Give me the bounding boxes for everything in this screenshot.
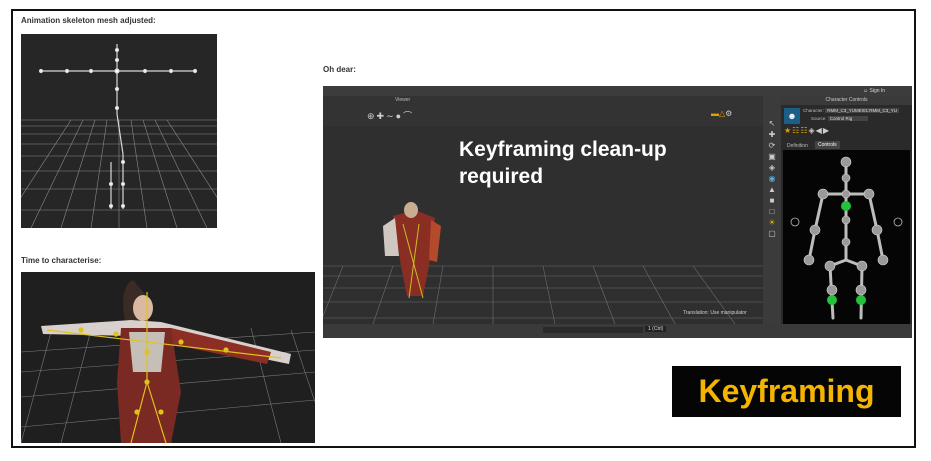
- timeline-track[interactable]: [543, 327, 643, 333]
- characterise-viewport: [21, 280, 315, 443]
- signin-label: Sign In: [869, 88, 886, 94]
- flag-icon[interactable]: ▬: [711, 109, 719, 118]
- scale-tool-icon[interactable]: ▣: [763, 151, 781, 162]
- render-tool-icon[interactable]: ■: [763, 195, 781, 206]
- camera-tool-icon[interactable]: ◉: [763, 173, 781, 184]
- viewer-status: Translation: Use manipulator: [683, 310, 747, 316]
- arc-icon[interactable]: ⌒: [403, 111, 414, 121]
- control-rig-figure[interactable]: [783, 150, 910, 326]
- caption-oh-dear: Oh dear:: [323, 65, 356, 74]
- viewer-pane[interactable]: Viewer ⊕✚∼●⌒ ▬△⚙ Keyframing clean-up req…: [323, 96, 763, 324]
- transform-icon[interactable]: ⊕: [367, 111, 377, 121]
- viewer-screenshot: ☺ Sign In Viewer ⊕✚∼●⌒ ▬△⚙ Keyframing cl…: [323, 86, 912, 338]
- frame-field[interactable]: 1 (Ctrl): [645, 326, 667, 332]
- skeleton-mesh-viewport: [21, 44, 217, 228]
- user-icon: ☺: [863, 88, 869, 94]
- tab-controls[interactable]: Controls: [815, 141, 840, 149]
- floor-grid: [21, 119, 217, 228]
- point-icon[interactable]: ●: [396, 111, 403, 121]
- settings-icon[interactable]: ⚙: [725, 109, 732, 118]
- select-tool-icon[interactable]: ↖: [763, 118, 781, 129]
- keyframing-banner-text: Keyframing: [698, 373, 875, 409]
- character-controls-title: Character Controls: [781, 96, 912, 105]
- character-logo-icon: ☻: [784, 108, 800, 124]
- cube-tool-icon[interactable]: □: [763, 206, 781, 217]
- transport-bar: 1 (Ctrl): [323, 324, 912, 338]
- tab-definition[interactable]: Definition: [784, 142, 811, 150]
- prev-key-icon[interactable]: ◀: [816, 126, 823, 135]
- overlay-line-1: Keyframing clean-up: [459, 138, 667, 161]
- character-select[interactable]: RMM_C3_YUMEI01:RMM_C3_YU: [825, 108, 900, 113]
- rotate-tool-icon[interactable]: ⟳: [763, 140, 781, 151]
- character-label: Character:: [803, 108, 825, 113]
- skeleton-mesh-screenshot: [21, 34, 217, 228]
- viewer-tool-icons[interactable]: ⊕✚∼●⌒: [367, 109, 414, 122]
- body-part-icon[interactable]: ☷: [800, 126, 808, 135]
- snap-tool-icon[interactable]: ▲: [763, 184, 781, 195]
- viewer-title: Viewer: [395, 97, 411, 103]
- character-controls-pane: Character Controls ☻ Character: RMM_C3_Y…: [781, 96, 912, 326]
- key-icon[interactable]: ◈: [809, 126, 816, 135]
- source-select[interactable]: Control Rig: [827, 116, 869, 121]
- light-tool-icon[interactable]: ☀: [763, 217, 781, 228]
- distorted-character: [383, 202, 441, 299]
- viewer-overlay-text: Keyframing clean-up required: [459, 136, 719, 190]
- characterise-screenshot: [21, 272, 315, 443]
- source-row: Source: Control Rig: [811, 116, 869, 121]
- character-model: [41, 280, 291, 443]
- app-title-bar: [323, 86, 912, 96]
- character-row: Character: RMM_C3_YUMEI01:RMM_C3_YU: [803, 108, 900, 113]
- overlay-line-2: required: [459, 165, 544, 188]
- caption-characterise: Time to characterise:: [21, 256, 102, 265]
- skeleton-bones: [38, 44, 198, 209]
- next-key-icon[interactable]: ▶: [823, 126, 830, 135]
- viewer-toolbar: Viewer ⊕✚∼●⌒ ▬△⚙: [323, 96, 763, 126]
- source-label: Source:: [811, 116, 827, 121]
- move-icon[interactable]: ✚: [377, 111, 387, 121]
- curve-icon[interactable]: ∼: [386, 111, 396, 121]
- signin-link[interactable]: ☺ Sign In: [863, 86, 911, 96]
- caption-mesh: Animation skeleton mesh adjusted:: [21, 16, 156, 25]
- pose-icon[interactable]: ★: [784, 126, 792, 135]
- translate-tool-icon[interactable]: ✚: [763, 129, 781, 140]
- pose-toolbar[interactable]: ★☷☷◈◀▶: [784, 126, 830, 135]
- key-tool-icon[interactable]: ◈: [763, 162, 781, 173]
- tool-strip: ↖ ✚ ⟳ ▣ ◈ ◉ ▲ ■ □ ☀ ▢: [763, 96, 781, 324]
- viewer-display-icons[interactable]: ▬△⚙: [711, 109, 732, 118]
- frame-tool-icon[interactable]: ▢: [763, 228, 781, 239]
- keyframing-banner: Keyframing: [672, 366, 901, 417]
